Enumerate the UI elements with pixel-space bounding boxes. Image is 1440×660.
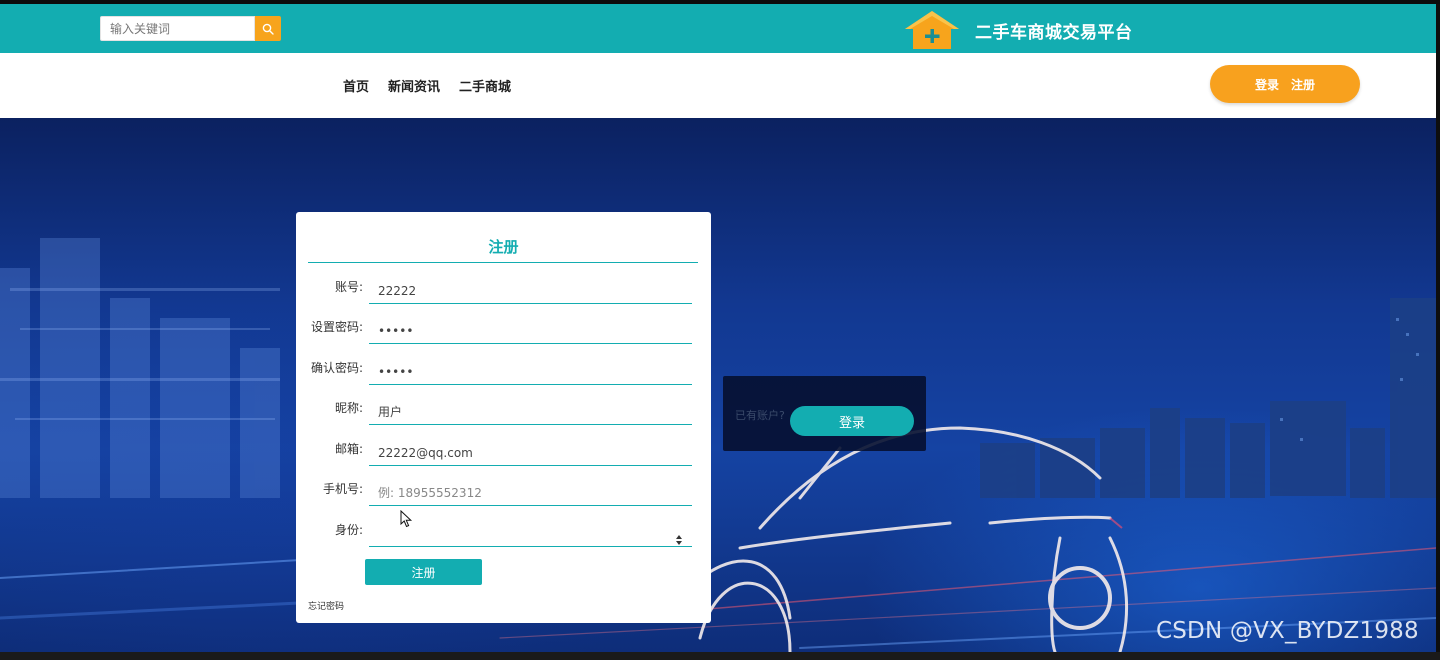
role-select[interactable] bbox=[369, 521, 692, 547]
brand-title: 二手车商城交易平台 bbox=[975, 22, 1133, 43]
window-bottom-edge bbox=[0, 652, 1440, 660]
form-row-nickname: 昵称: bbox=[296, 399, 711, 439]
role-label: 身份: bbox=[334, 523, 363, 537]
brand: 二手车商城交易平台 bbox=[903, 9, 1133, 51]
hero-background bbox=[0, 118, 1436, 652]
nav-link-mall[interactable]: 二手商城 bbox=[459, 76, 511, 95]
search-input[interactable] bbox=[100, 16, 255, 41]
nav-links: 首页 新闻资讯 二手商城 bbox=[343, 53, 530, 118]
phone-label: 手机号: bbox=[322, 482, 363, 496]
register-submit-button[interactable]: 注册 bbox=[365, 559, 482, 585]
confirm-password-input[interactable] bbox=[369, 359, 692, 385]
nav-link-home[interactable]: 首页 bbox=[343, 76, 369, 95]
auth-button-group: 登录 注册 bbox=[1210, 65, 1360, 103]
form-row-confirm-password: 确认密码: bbox=[296, 359, 711, 399]
form-row-account: 账号: bbox=[296, 278, 711, 318]
nickname-label: 昵称: bbox=[334, 401, 363, 415]
search-box bbox=[100, 16, 281, 42]
password-label: 设置密码: bbox=[310, 320, 363, 334]
form-row-phone: 手机号: bbox=[296, 480, 711, 520]
form-row-password: 设置密码: bbox=[296, 318, 711, 358]
watermark-text: CSDN @VX_BYDZ1988 bbox=[1156, 618, 1419, 644]
forgot-password-link[interactable]: 忘记密码 bbox=[308, 599, 344, 612]
nav-bar: 首页 新闻资讯 二手商城 登录 注册 bbox=[0, 53, 1436, 118]
window-right-edge bbox=[1436, 4, 1440, 660]
select-arrows-icon bbox=[676, 535, 682, 545]
mouse-cursor-icon bbox=[400, 510, 413, 528]
phone-input[interactable] bbox=[369, 480, 692, 506]
register-title: 注册 bbox=[488, 238, 519, 256]
password-input[interactable] bbox=[369, 318, 692, 344]
register-form-card: 注册 账号: 设置密码: 确认密码: 昵称: 邮箱: 手机号: 身份: bbox=[296, 212, 711, 623]
email-label: 邮箱: bbox=[334, 442, 363, 456]
account-label: 账号: bbox=[334, 280, 363, 294]
app-window: 二手车商城交易平台 首页 新闻资讯 二手商城 登录 注册 bbox=[0, 0, 1440, 660]
city-car-background-image bbox=[0, 238, 1436, 652]
nav-link-news[interactable]: 新闻资讯 bbox=[388, 76, 440, 95]
header-login-link[interactable]: 登录 bbox=[1255, 76, 1279, 93]
search-icon bbox=[262, 23, 274, 35]
account-input[interactable] bbox=[369, 278, 692, 304]
email-input[interactable] bbox=[369, 440, 692, 466]
search-button[interactable] bbox=[255, 16, 281, 41]
form-row-role: 身份: bbox=[296, 521, 711, 561]
login-card-text: 已有账户? bbox=[735, 409, 785, 422]
top-header: 二手车商城交易平台 bbox=[0, 4, 1436, 53]
nickname-input[interactable] bbox=[369, 399, 692, 425]
confirm-password-label: 确认密码: bbox=[310, 361, 363, 375]
register-title-divider bbox=[308, 262, 698, 263]
header-register-link[interactable]: 注册 bbox=[1291, 76, 1315, 93]
house-plus-logo-icon bbox=[905, 11, 959, 49]
form-row-email: 邮箱: bbox=[296, 440, 711, 480]
login-button[interactable]: 登录 bbox=[790, 406, 914, 436]
login-card: 已有账户? 登录 bbox=[723, 376, 926, 451]
